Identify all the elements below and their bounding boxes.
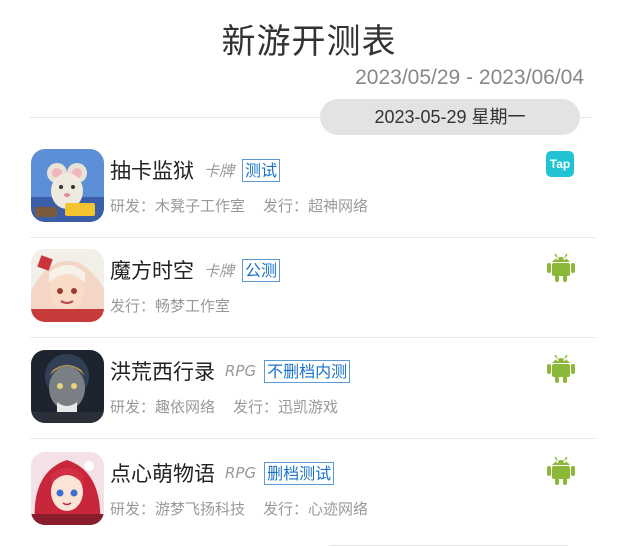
publisher-label: 发行：畅梦工作室 (110, 297, 231, 315)
test-type-badge: 公测 (242, 258, 281, 282)
game-name[interactable]: 抽卡监狱 (110, 155, 194, 185)
game-name[interactable]: 点心萌物语 (110, 458, 215, 488)
game-genre: 卡牌 (204, 261, 235, 280)
taptap-icon[interactable]: Tap (546, 151, 576, 181)
game-name[interactable]: 洪荒西行录 (110, 356, 215, 386)
game-genre: 卡牌 (204, 161, 235, 180)
game-genre: RPG (225, 362, 257, 380)
game-icon-red-hair-girl[interactable] (31, 452, 104, 525)
test-type-badge: 测试 (242, 158, 281, 182)
android-icon[interactable] (546, 454, 576, 485)
publisher-label: 发行：超神网络 (263, 197, 369, 215)
test-type-badge: 删档测试 (264, 461, 335, 485)
game-genre: RPG (225, 464, 257, 482)
game-icon-warrior[interactable] (31, 350, 104, 423)
date-range: 2023/05/29 - 2023/06/04 (355, 66, 584, 89)
day-label[interactable]: 2023-05-29 星期一 (320, 99, 580, 135)
game-row[interactable]: 点心萌物语 RPG 删档测试 研发：游梦飞扬科技 发行：心迹网络 (30, 440, 596, 540)
game-icon-anime-girl[interactable] (31, 249, 104, 322)
game-icon-mouse[interactable] (31, 149, 104, 222)
page-title: 新游开测表 (221, 22, 397, 62)
developer-label: 研发：游梦飞扬科技 (110, 500, 246, 518)
game-row[interactable]: 魔方时空 卡牌 公测 发行：畅梦工作室 (30, 237, 596, 338)
test-type-badge: 不删档内测 (264, 359, 351, 383)
publisher-label: 发行：迅凯游戏 (233, 398, 339, 416)
android-icon[interactable] (546, 251, 576, 282)
game-name[interactable]: 魔方时空 (110, 255, 194, 285)
game-row[interactable]: 洪荒西行录 RPG 不删档内测 研发：趣依网络 发行：迅凯游戏 (30, 338, 596, 439)
android-icon[interactable] (546, 352, 576, 383)
publisher-label: 发行：心迹网络 (263, 500, 369, 518)
developer-label: 研发：木凳子工作室 (110, 197, 246, 215)
developer-label: 研发：趣依网络 (110, 398, 216, 416)
game-row[interactable]: 抽卡监狱 卡牌 测试 研发：木凳子工作室 发行：超神网络 Tap (30, 137, 596, 238)
bottom-divider (330, 545, 567, 546)
